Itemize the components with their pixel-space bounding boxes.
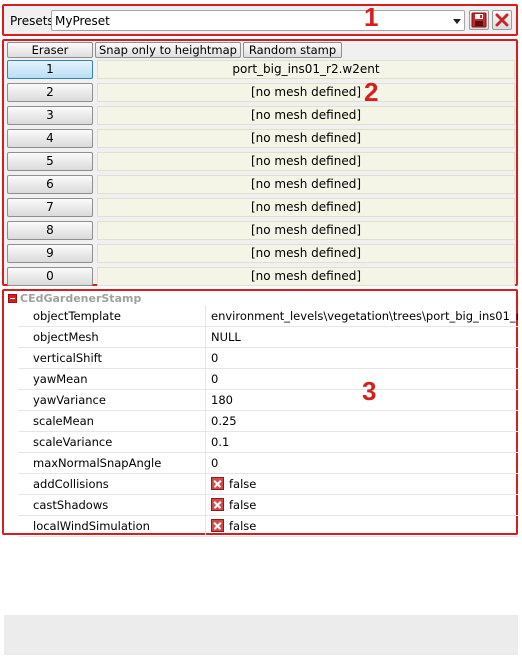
property-value[interactable]: 0.1	[211, 432, 518, 452]
property-value[interactable]: environment_levels\vegetation\trees\port…	[211, 306, 518, 326]
collapse-icon[interactable]	[8, 294, 17, 303]
slot-row: 2 [no mesh defined]	[7, 82, 517, 103]
slot-row: 4 [no mesh defined]	[7, 128, 517, 149]
annotation-number-3: 3	[362, 376, 377, 406]
property-name: addCollisions	[18, 474, 206, 494]
slot-mesh-label[interactable]: [no mesh defined]	[97, 267, 515, 286]
save-icon	[471, 12, 487, 28]
slot-mesh-label[interactable]: [no mesh defined]	[97, 175, 515, 194]
presets-selected-value: MyPreset	[55, 14, 110, 28]
slot-key-button[interactable]: 3	[7, 106, 93, 125]
property-name: yawVariance	[18, 390, 206, 410]
property-name: objectTemplate	[18, 306, 206, 326]
stamp-slots-panel: Eraser Snap only to heightmap Random sta…	[2, 39, 518, 286]
property-row[interactable]: addCollisions false	[18, 474, 518, 495]
annotation-number-2: 2	[364, 77, 379, 107]
unchecked-checkbox-icon[interactable]	[211, 519, 224, 532]
snap-heightmap-button[interactable]: Snap only to heightmap	[95, 42, 241, 58]
property-value[interactable]: false	[211, 474, 518, 494]
slot-row: 8 [no mesh defined]	[7, 220, 517, 241]
property-row[interactable]: objectMesh NULL	[18, 327, 518, 348]
property-grid-panel: CEdGardenerStamp objectTemplate environm…	[2, 289, 518, 537]
checkbox-value-label: false	[229, 519, 257, 533]
delete-preset-button[interactable]	[492, 10, 512, 30]
checkbox-value-label: false	[229, 477, 257, 491]
presets-label: Presets	[10, 14, 54, 28]
unchecked-checkbox-icon[interactable]	[211, 477, 224, 490]
checkbox-value-label: false	[229, 498, 257, 512]
annotation-number-1: 1	[364, 2, 379, 32]
property-value[interactable]: 0	[211, 453, 518, 473]
slot-key-button[interactable]: 0	[7, 267, 93, 286]
property-category-header[interactable]: CEdGardenerStamp	[6, 292, 506, 306]
unchecked-checkbox-icon[interactable]	[211, 498, 224, 511]
slot-row: 7 [no mesh defined]	[7, 197, 517, 218]
slot-row: 3 [no mesh defined]	[7, 105, 517, 126]
property-list: objectTemplate environment_levels\vegeta…	[18, 306, 518, 537]
property-name: scaleVariance	[18, 432, 206, 452]
presets-dropdown[interactable]: MyPreset	[51, 10, 465, 31]
property-value[interactable]: 0	[211, 348, 518, 368]
slot-key-button[interactable]: 5	[7, 152, 93, 171]
slot-mesh-label[interactable]: [no mesh defined]	[97, 129, 515, 148]
property-row[interactable]: objectTemplate environment_levels\vegeta…	[18, 306, 518, 327]
slot-key-button[interactable]: 7	[7, 198, 93, 217]
slot-mesh-label[interactable]: [no mesh defined]	[97, 152, 515, 171]
slot-key-button[interactable]: 8	[7, 221, 93, 240]
property-row[interactable]: castShadows false	[18, 495, 518, 516]
slot-mesh-label[interactable]: [no mesh defined]	[97, 106, 515, 125]
property-name: scaleMean	[18, 411, 206, 431]
slot-key-button[interactable]: 6	[7, 175, 93, 194]
slot-mesh-label[interactable]: [no mesh defined]	[97, 198, 515, 217]
slot-mesh-label[interactable]: [no mesh defined]	[97, 83, 515, 102]
slot-row: 5 [no mesh defined]	[7, 151, 517, 172]
property-value[interactable]: false	[211, 516, 518, 536]
close-icon	[495, 13, 509, 27]
slot-mesh-label[interactable]: [no mesh defined]	[97, 221, 515, 240]
property-category-label: CEdGardenerStamp	[20, 292, 142, 305]
property-name: yawMean	[18, 369, 206, 389]
slot-row: 1 port_big_ins01_r2.w2ent	[7, 59, 517, 80]
slot-key-button[interactable]: 1	[7, 60, 93, 79]
property-value[interactable]: NULL	[211, 327, 518, 347]
property-name: castShadows	[18, 495, 206, 515]
random-stamp-button[interactable]: Random stamp	[243, 42, 342, 58]
chevron-down-icon[interactable]	[453, 19, 461, 24]
slot-mesh-label[interactable]: port_big_ins01_r2.w2ent	[97, 60, 515, 79]
slot-key-button[interactable]: 9	[7, 244, 93, 263]
slot-row: 0 [no mesh defined]	[7, 266, 517, 287]
property-name: verticalShift	[18, 348, 206, 368]
property-row[interactable]: scaleMean 0.25	[18, 411, 518, 432]
slot-row: 6 [no mesh defined]	[7, 174, 517, 195]
property-row[interactable]: yawMean 0	[18, 369, 518, 390]
property-row[interactable]: yawVariance 180	[18, 390, 518, 411]
presets-panel: Presets MyPreset	[2, 4, 518, 36]
property-name: objectMesh	[18, 327, 206, 347]
description-panel	[4, 615, 518, 655]
slot-key-button[interactable]: 4	[7, 129, 93, 148]
save-preset-button[interactable]	[469, 10, 489, 30]
property-row[interactable]: scaleVariance 0.1	[18, 432, 518, 453]
property-name: localWindSimulation	[18, 516, 206, 536]
slot-row: 9 [no mesh defined]	[7, 243, 517, 264]
property-name: maxNormalSnapAngle	[18, 453, 206, 473]
slot-mesh-label[interactable]: [no mesh defined]	[97, 244, 515, 263]
property-value[interactable]: 0.25	[211, 411, 518, 431]
property-row[interactable]: localWindSimulation false	[18, 516, 518, 537]
property-row[interactable]: verticalShift 0	[18, 348, 518, 369]
slot-key-button[interactable]: 2	[7, 83, 93, 102]
property-row[interactable]: maxNormalSnapAngle 0	[18, 453, 518, 474]
property-value[interactable]: false	[211, 495, 518, 515]
eraser-button[interactable]: Eraser	[7, 42, 93, 58]
